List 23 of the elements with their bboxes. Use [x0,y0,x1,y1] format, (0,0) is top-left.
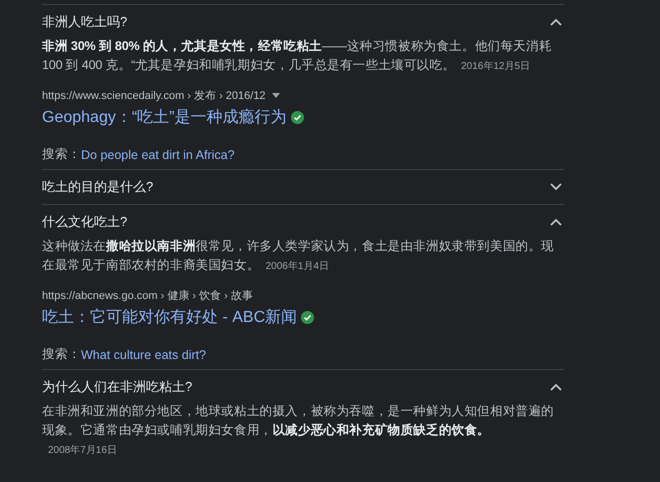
question-toggle[interactable]: 为什么人们在非洲吃粘土? [42,370,564,404]
answer-text: 在非洲和亚洲的部分地区，地球或粘土的摄入，被称为吞噬，是一种鲜为人知但相对普遍的现象。它通常由孕妇或哺乳期妇女食用，以减少恶心和补充矿物质缺乏的饮食。 2008年7月16日 [42,403,556,458]
search-link[interactable]: What culture eats dirt? [81,348,206,362]
search-label: 搜索： [42,346,81,363]
question-toggle[interactable]: 非洲人吃土吗? [42,5,564,39]
chevron-icon [550,18,562,26]
source-breadcrumb: https://abcnews.go.com › 健康 › 饮食 › 故事 [42,288,253,303]
search-label: 搜索： [42,146,81,163]
result-link[interactable]: Geophagy：“吃土”是一种成瘾行为 [42,107,286,128]
chevron-icon [550,218,562,226]
answer-date: 2016年12月5日 [461,61,530,72]
source-breadcrumb: https://www.sciencedaily.com › 发布 › 2016/12 [42,89,266,103]
answer-date: 2006年1月4日 [266,261,329,272]
question-toggle[interactable]: 吃土的目的是什么? [42,170,564,204]
answer-text: 非洲 30% 到 80% 的人，尤其是女性，经常吃粘土——这种习惯被称为食土。他们每天消耗 100 到 400 克。“尤其是孕妇和哺乳期妇女，几乎总是有一些土壤可以吃。 2016年12月5日 [42,38,553,74]
chevron-icon [550,183,562,191]
answer-date: 2008年7月16日 [48,445,117,456]
chevron-icon [550,383,562,391]
answer-text: 这种做法在撒哈拉以南非洲很常见，许多人类学家认为，食土是由非洲奴隶带到美国的。现在最常见于南部农村的非裔美国妇女。 2006年1月4日 [42,238,556,274]
result-link[interactable]: 吃土：它可能对你有好处 - ABC新闻 [42,307,298,328]
caret-icon[interactable] [272,93,280,98]
search-link[interactable]: Do people eat dirt in Africa? [81,148,235,162]
question-toggle[interactable]: 什么文化吃土? [42,205,564,239]
